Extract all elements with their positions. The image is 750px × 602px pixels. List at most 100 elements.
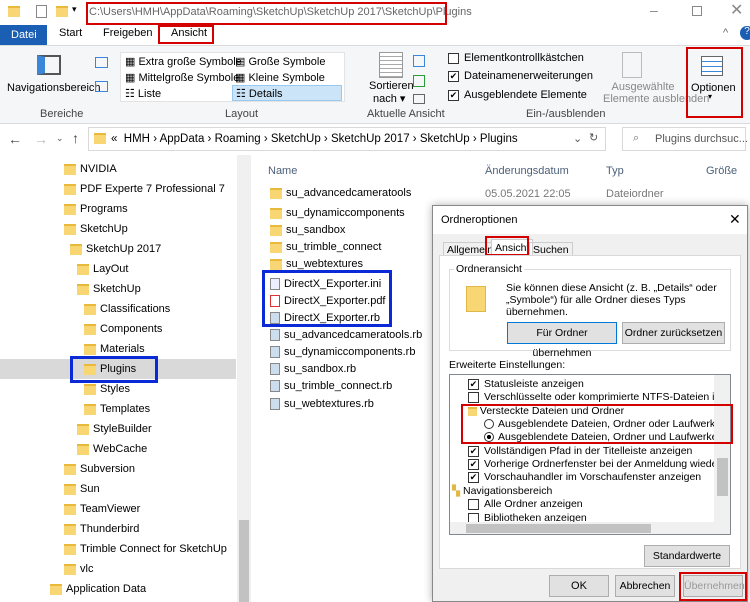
file-row[interactable]: su_advancedcameratools (270, 183, 411, 203)
col-name[interactable]: Name (268, 165, 297, 177)
folder-icon (70, 243, 82, 255)
tree-item[interactable]: Subversion (64, 459, 135, 479)
folder-icon (270, 207, 282, 219)
tree-item[interactable]: Programs (64, 199, 128, 219)
help-icon[interactable]: ? (740, 26, 750, 40)
search-box[interactable]: ⌕ Plugins durchsuc... (622, 127, 748, 151)
layout-large[interactable]: ▤ Große Symbole (235, 55, 325, 68)
file-row[interactable]: su_trimble_connect.rb (270, 376, 392, 396)
back-button[interactable]: ← (8, 131, 22, 147)
sort-button[interactable]: Sortieren (369, 80, 414, 92)
up-button[interactable]: ↑ (72, 130, 79, 146)
address-bar[interactable]: « HMH › AppData › Roaming › SketchUp › S… (88, 127, 606, 151)
properties-icon[interactable] (36, 5, 47, 18)
checkbox-checked[interactable]: ✔ (468, 458, 479, 470)
breadcrumb-item[interactable]: AppData (160, 133, 205, 145)
nav-pane-button[interactable]: Navigationsbereich (7, 82, 101, 94)
cancel-button[interactable]: Abbrechen (615, 575, 675, 597)
tab-start[interactable]: Start (59, 27, 82, 39)
layout-small[interactable]: ▦ Kleine Symbole (235, 71, 325, 84)
check-item-checkboxes[interactable]: Elementkontrollkästchen (448, 52, 584, 64)
minimize-button[interactable]: – (650, 2, 658, 18)
scrollbar-thumb[interactable] (239, 520, 249, 602)
new-folder-icon[interactable] (56, 6, 68, 17)
breadcrumb-item[interactable]: Roaming (215, 133, 261, 145)
breadcrumb-item[interactable]: HMH (124, 133, 150, 145)
dialog-close-button[interactable]: ✕ (729, 211, 741, 228)
checkbox-checked[interactable]: ✔ (468, 445, 479, 457)
breadcrumb-item[interactable]: SketchUp (271, 133, 321, 145)
item-label: su_advancedcameratools (286, 187, 412, 199)
list-vscrollbar[interactable] (714, 375, 730, 522)
close-button[interactable]: ✕ (730, 0, 743, 20)
tree-scrollbar[interactable] (237, 155, 251, 602)
apply-to-folders-button[interactable]: Für Ordner übernehmen (507, 322, 617, 359)
list-hscrollbar[interactable] (450, 522, 730, 534)
breadcrumb-item[interactable]: Plugins (480, 133, 518, 145)
col-size[interactable]: Größe (706, 165, 737, 177)
tree-item[interactable]: LayOut (77, 259, 128, 279)
refresh-icon[interactable]: ↻ (589, 131, 598, 144)
tab-datei[interactable]: Datei (0, 25, 47, 45)
breadcrumb-item[interactable]: SketchUp 2017 (331, 133, 410, 145)
tree-item[interactable]: Thunderbird (64, 519, 139, 539)
tree-item[interactable]: Templates (84, 399, 150, 419)
reset-folders-button[interactable]: Ordner zurücksetzen (622, 322, 725, 344)
checkbox-checked[interactable]: ✔ (448, 70, 459, 82)
restore-defaults-button[interactable]: Standardwerte (644, 545, 730, 567)
layout-medium[interactable]: ▦ Mittelgroße Symbole (125, 71, 239, 84)
file-row[interactable]: su_webtextures.rb (270, 394, 374, 414)
sort-button-2[interactable]: nach ▾ (373, 92, 405, 105)
add-columns-icon[interactable] (413, 75, 425, 87)
checkbox-checked[interactable]: ✔ (468, 471, 479, 483)
check-hidden-items[interactable]: ✔ Ausgeblendete Elemente (448, 89, 587, 101)
scrollbar-thumb[interactable] (466, 524, 651, 533)
layout-extra-large[interactable]: ▦ Extra große Symbole (125, 55, 242, 68)
checkbox[interactable] (468, 498, 479, 510)
tree-item[interactable]: Application Data (50, 579, 146, 599)
collapse-ribbon-icon[interactable]: ^ (723, 27, 728, 39)
address-dropdown-icon[interactable]: ⌄ (573, 132, 582, 145)
checkbox-checked[interactable]: ✔ (468, 378, 479, 390)
recent-dropdown[interactable]: ⌄ (56, 133, 64, 144)
checkbox[interactable] (448, 52, 459, 64)
layout-list[interactable]: ☷ Liste (125, 87, 161, 100)
tree-item[interactable]: NVIDIA (64, 159, 117, 179)
group-by-icon[interactable] (413, 55, 425, 67)
tree-item[interactable]: SketchUp (64, 219, 128, 239)
details-pane-icon[interactable] (95, 81, 108, 92)
tree-item[interactable]: StyleBuilder (64, 419, 152, 439)
breadcrumb-overflow[interactable]: « (111, 133, 117, 145)
advanced-settings-list[interactable]: ✔ Statusleiste anzeigen Verschlüsselte od… (449, 374, 731, 535)
item-label: LayOut (93, 263, 129, 275)
tree-item[interactable]: Components (84, 319, 162, 339)
size-columns-icon[interactable] (413, 94, 425, 104)
tree-item[interactable]: TeamViewer (64, 499, 140, 519)
tree-item[interactable]: PDF Experte 7 Professional 7 (64, 179, 225, 199)
checkbox[interactable] (468, 391, 479, 403)
col-type[interactable]: Typ (606, 165, 624, 177)
col-date[interactable]: Änderungsdatum (485, 165, 569, 177)
maximize-button[interactable] (692, 6, 702, 16)
layout-details[interactable]: ☷ Details (232, 85, 342, 101)
folder-icon (64, 163, 76, 175)
tree-item[interactable]: SketchUp (77, 279, 141, 299)
ok-button[interactable]: OK (549, 575, 609, 597)
tree-item[interactable]: Sun (64, 479, 100, 499)
tree-item[interactable]: Classifications (84, 299, 170, 319)
search-input[interactable]: Plugins durchsuc... (655, 133, 748, 145)
tree-item[interactable]: WebCache (77, 439, 147, 459)
breadcrumb-item[interactable]: SketchUp (420, 133, 470, 145)
forward-button[interactable]: → (34, 131, 48, 147)
checkbox-checked[interactable]: ✔ (448, 89, 459, 101)
tree-item[interactable]: Trimble Connect for SketchUp (64, 539, 227, 559)
preview-pane-icon[interactable] (95, 57, 108, 68)
check-file-extensions[interactable]: ✔ Dateinamenerweiterungen (448, 70, 593, 82)
quick-access-dropdown-icon[interactable]: ▾ (72, 4, 77, 15)
folder-icon (77, 423, 89, 435)
tree-item[interactable]: vlc (64, 559, 93, 579)
tree-item[interactable]: SketchUp 2017 (70, 239, 161, 259)
item-label: Thunderbird (80, 523, 140, 535)
scrollbar-thumb[interactable] (717, 458, 728, 496)
tab-freigeben[interactable]: Freigeben (103, 27, 153, 39)
